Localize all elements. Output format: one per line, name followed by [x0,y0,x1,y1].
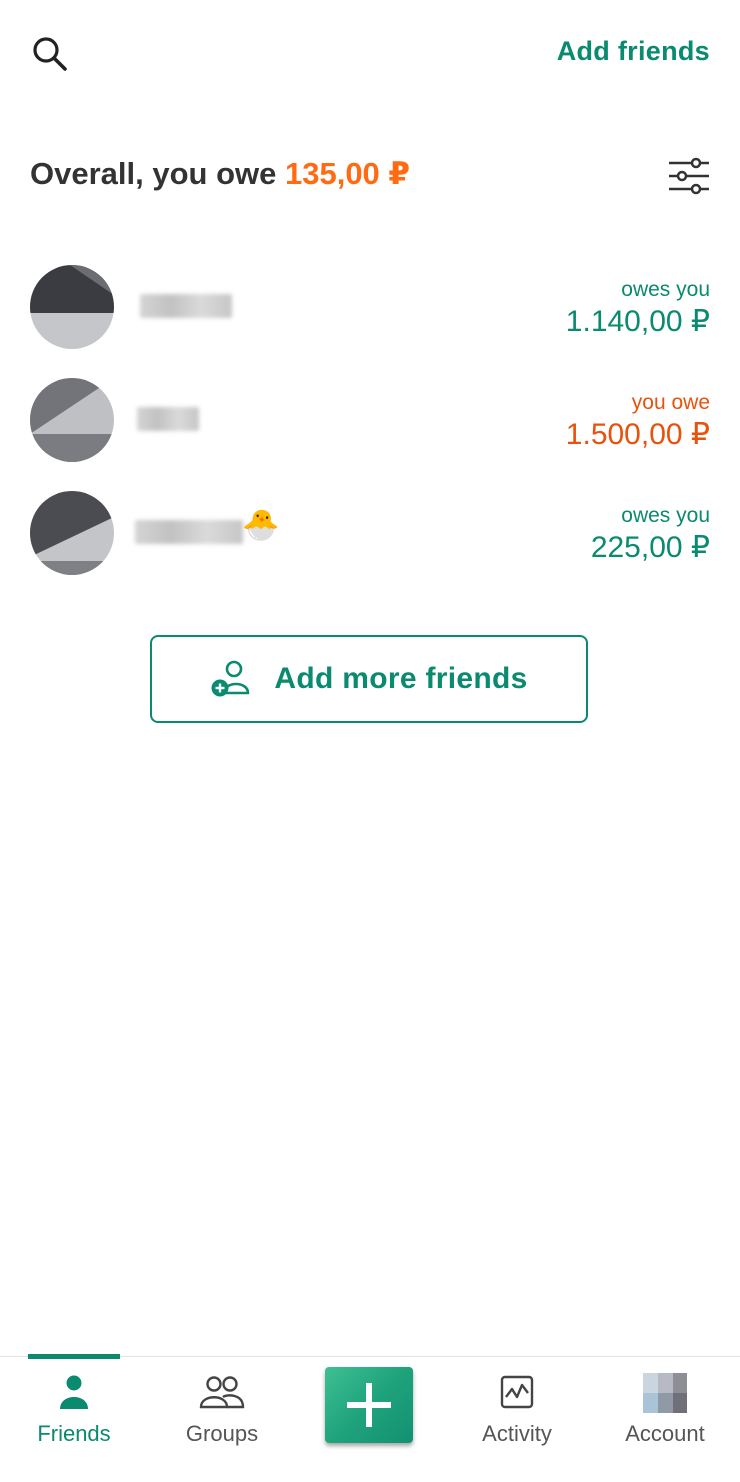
balance-summary: Overall, you owe 135,00 ₽ [30,156,410,192]
friend-name-redacted [140,294,232,318]
search-icon [33,37,67,71]
tab-groups[interactable]: Groups [148,1357,296,1482]
tab-activity[interactable]: Activity [443,1357,591,1482]
friend-row[interactable]: you owe 1.500,00 ₽ [0,365,740,475]
friend-row[interactable]: owes you 1.140,00 ₽ [0,252,740,362]
add-friends-link[interactable]: Add friends [557,36,710,67]
account-avatar [643,1373,687,1413]
add-more-friends-button[interactable]: Add more friends [150,635,588,723]
search-button[interactable] [30,34,70,74]
summary-prefix: Overall, you owe [30,156,285,191]
hatching-chick-emoji: 🐣 [242,509,280,542]
add-expense-button[interactable] [325,1367,413,1443]
friend-avatar [30,378,114,462]
friend-avatar [30,265,114,349]
friend-avatar [30,491,114,575]
balance-status: owes you [621,278,710,301]
tab-account-label: Account [625,1421,705,1446]
person-icon [60,1375,88,1409]
balance-amount: 225,00 ₽ [590,531,710,564]
filter-sliders-icon [669,157,709,195]
activity-icon [500,1375,534,1409]
friend-name-redacted [137,407,199,431]
add-person-icon [211,660,250,697]
tab-account[interactable]: Account [591,1357,739,1482]
balance-status: you owe [631,391,710,414]
tab-friends[interactable]: Friends [0,1357,148,1482]
bottom-navigation: Friends Groups Activity Account [0,1354,740,1482]
filter-button[interactable] [668,156,710,196]
balance-amount: 1.140,00 ₽ [565,305,710,338]
plus-icon [347,1383,391,1427]
tab-groups-label: Groups [185,1421,259,1446]
balance-status: owes you [621,504,710,527]
summary-amount: 135,00 ₽ [284,156,410,191]
group-icon [199,1376,245,1409]
friend-row[interactable]: 🐣 owes you 225,00 ₽ [0,478,740,588]
balance-amount: 1.500,00 ₽ [565,418,710,451]
add-more-friends-label: Add more friends [274,662,528,695]
friend-name-redacted [135,520,243,544]
tab-activity-label: Activity [482,1421,552,1446]
tab-friends-label: Friends [37,1421,111,1446]
